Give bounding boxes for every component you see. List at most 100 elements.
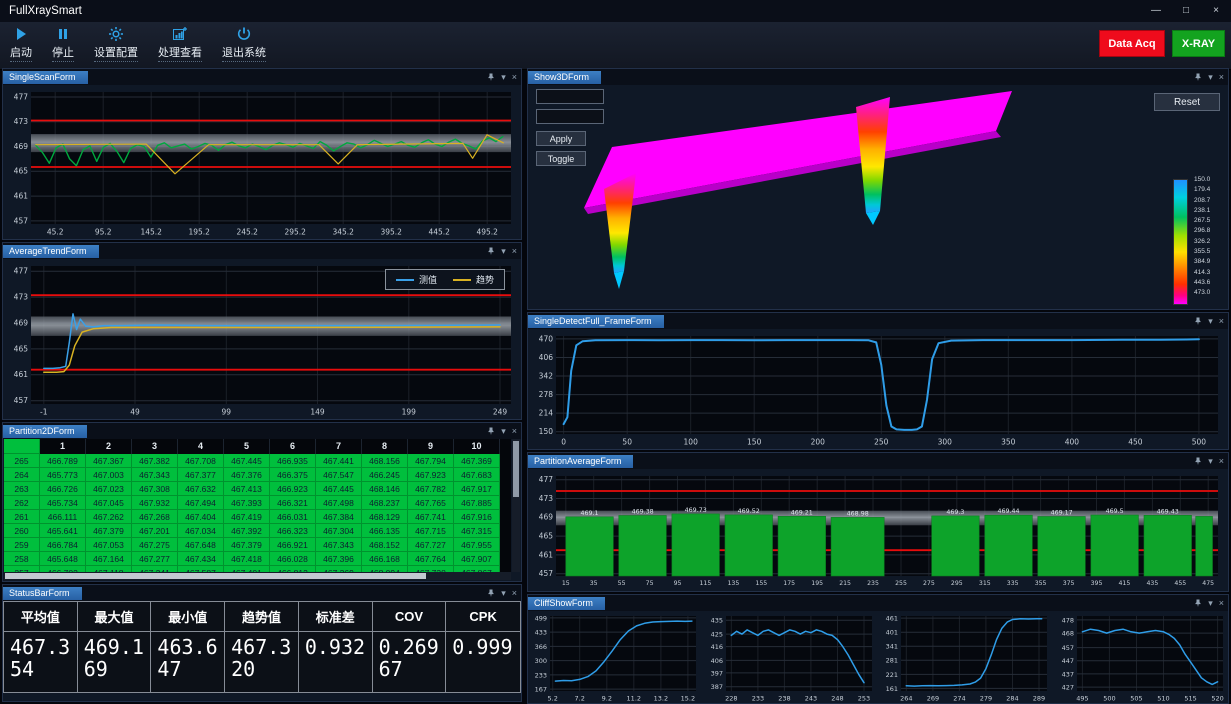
status-value: 467.320 [225,632,299,692]
pin-icon[interactable] [1194,599,1202,607]
toggle-button[interactable]: Toggle [536,151,586,166]
close-button[interactable]: × [1201,0,1231,22]
colorbar-label: 414.3 [1194,268,1210,278]
table-cell: 466.111 [40,510,86,524]
panel-partition-average: PartitionAverageForm ▾× 469.1469.38469.7… [527,452,1229,592]
cliff-chart-1: 4994333663002331675.27.29.211.213.215.2 [529,611,701,702]
svg-text:275: 275 [923,580,935,587]
data-acq-button[interactable]: Data Acq [1099,30,1165,57]
param-input-2[interactable] [536,109,604,124]
svg-text:387: 387 [710,683,722,691]
legend-item: 测值 [396,273,437,286]
horizontal-scrollbar[interactable] [4,572,511,580]
chevron-down-icon[interactable]: ▾ [1208,599,1213,608]
close-icon[interactable]: × [1219,73,1224,82]
pin-icon[interactable] [487,247,495,255]
svg-text:281: 281 [886,657,898,665]
svg-text:457: 457 [14,396,29,405]
status-table: 平均值最大值最小值趋势值标准差COVCPK467.354469.169463.6… [3,601,521,693]
table-cell: 467.547 [316,468,362,482]
close-icon[interactable]: × [512,427,517,436]
svg-text:55: 55 [618,580,626,587]
close-icon[interactable]: × [512,73,517,82]
column-header: 2 [86,439,132,454]
settings-label: 设置配置 [94,44,138,62]
svg-text:473: 473 [539,494,554,503]
svg-text:457: 457 [14,216,29,225]
svg-text:245.2: 245.2 [236,228,258,237]
svg-text:465: 465 [14,344,29,353]
close-icon[interactable]: × [512,247,517,256]
settings-button[interactable]: 设置配置 [94,25,138,62]
table-cell: 467.498 [316,496,362,510]
close-icon[interactable]: × [512,589,517,598]
table-cell: 467.727 [408,538,454,552]
pin-icon[interactable] [1194,73,1202,81]
row-header: 263 [4,482,40,496]
close-icon[interactable]: × [1219,599,1224,608]
table-cell: 466.789 [40,454,86,468]
chevron-down-icon[interactable]: ▾ [1208,457,1213,466]
pin-icon[interactable] [487,73,495,81]
xray-button[interactable]: X-RAY [1172,30,1225,57]
table-cell: 468.237 [362,496,408,510]
start-button[interactable]: 启动 [10,25,32,62]
svg-text:433: 433 [535,629,547,637]
param-input-1[interactable] [536,89,604,104]
svg-text:100: 100 [684,438,699,447]
colorbar-label: 267.5 [1194,216,1210,226]
panel-show-3d: Show3DForm ▾× Apply Toggle R [527,68,1229,310]
pin-icon[interactable] [487,589,495,597]
svg-text:50: 50 [622,438,632,447]
legend-swatch-measured [396,279,414,281]
svg-text:5.2: 5.2 [548,695,558,703]
table-cell: 467.304 [316,524,362,538]
reset-button[interactable]: Reset [1154,93,1220,111]
scrollbar-thumb[interactable] [513,441,519,497]
stop-button[interactable]: 停止 [52,25,74,62]
chevron-down-icon[interactable]: ▾ [501,427,506,436]
process-view-button[interactable]: 处理查看 [158,25,202,62]
table-cell: 466.245 [362,468,408,482]
exit-system-button[interactable]: 退出系统 [222,25,266,62]
table-cell: 467.379 [86,524,132,538]
svg-text:249: 249 [493,408,508,417]
svg-text:149: 149 [310,408,325,417]
colorbar-label: 296.8 [1194,226,1210,236]
dip-right-tip [866,211,880,225]
table-cell: 467.379 [224,538,270,552]
svg-text:461: 461 [886,615,898,623]
chevron-down-icon[interactable]: ▾ [1208,317,1213,326]
minimize-button[interactable]: — [1141,0,1171,22]
svg-text:427: 427 [1061,684,1073,692]
chevron-down-icon[interactable]: ▾ [501,247,506,256]
chevron-down-icon[interactable]: ▾ [501,73,506,82]
column-header: 10 [454,439,500,454]
pin-icon[interactable] [1194,457,1202,465]
close-icon[interactable]: × [1219,317,1224,326]
pin-icon[interactable] [1194,317,1202,325]
apply-button[interactable]: Apply [536,131,586,146]
table-row: 258465.648467.164467.277467.434467.41846… [4,552,511,566]
chevron-down-icon[interactable]: ▾ [501,589,506,598]
chevron-down-icon[interactable]: ▾ [1208,73,1213,82]
table-row: 261466.111467.262467.268467.404467.41946… [4,510,511,524]
colorbar [1173,179,1188,305]
colorbar-label: 208.7 [1194,196,1210,206]
scrollbar-thumb[interactable] [5,573,426,579]
panel-partition-2d: Partition2DForm ▾× 12345678910265466.789… [2,422,522,582]
close-icon[interactable]: × [1219,457,1224,466]
svg-text:167: 167 [535,686,547,694]
vertical-scrollbar[interactable] [512,439,520,572]
pin-icon[interactable] [487,427,495,435]
table-cell: 467.315 [454,524,500,538]
maximize-button[interactable]: □ [1171,0,1201,22]
svg-text:289: 289 [1033,695,1045,703]
table-cell: 466.784 [40,538,86,552]
svg-text:11.2: 11.2 [627,695,641,703]
svg-text:345.2: 345.2 [332,228,354,237]
app-window: FullXraySmart — □ × 启动 停止 设置配置 处理查看 退出系统… [0,0,1231,704]
play-icon [13,25,29,43]
svg-text:150: 150 [747,438,762,447]
svg-text:228: 228 [725,695,737,703]
